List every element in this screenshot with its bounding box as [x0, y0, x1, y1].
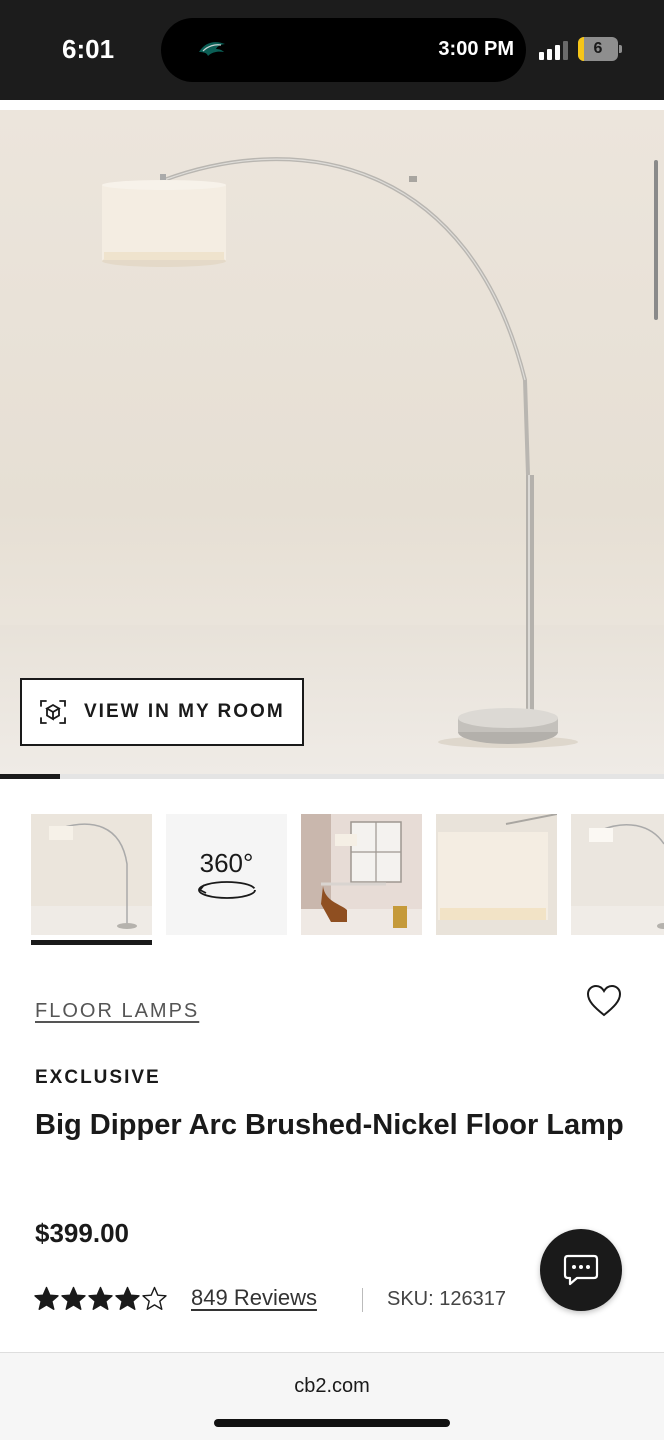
chat-bubble-icon [563, 1254, 599, 1286]
status-bar: 6:01 3:00 PM 6 [0, 0, 664, 100]
gallery-thumbnail-lamp-front[interactable] [31, 814, 152, 935]
browser-address-bar[interactable]: cb2.com [0, 1352, 664, 1440]
lamp-angle-image [571, 814, 664, 935]
360-label: 360° [199, 848, 254, 878]
rating-stars[interactable] [33, 1286, 168, 1312]
reviews-link[interactable]: 849 Reviews [191, 1285, 317, 1311]
gallery-progress-bar [0, 774, 664, 779]
url-text[interactable]: cb2.com [0, 1375, 664, 1398]
cellular-signal-icon [539, 40, 571, 60]
gallery-thumbnail-lamp-angle[interactable] [571, 814, 664, 935]
lamp-front-image [31, 814, 152, 935]
star-outline-icon [142, 1286, 167, 1310]
star-filled-icon [61, 1286, 86, 1310]
product-sku: SKU: 126317 [387, 1288, 506, 1310]
star-filled-icon [115, 1286, 140, 1310]
category-link-floor-lamps[interactable]: FLOOR LAMPS [35, 1000, 199, 1023]
view-in-my-room-label: VIEW IN MY ROOM [84, 701, 285, 722]
favorite-heart-icon[interactable] [586, 984, 622, 1018]
gallery-progress-fill [0, 774, 60, 779]
star-filled-icon [88, 1286, 113, 1310]
lamp-in-room-image [301, 814, 422, 935]
battery-level: 6 [593, 40, 603, 57]
dynamic-island: 3:00 PM [161, 18, 526, 82]
chat-button[interactable] [540, 1229, 622, 1311]
island-time: 3:00 PM [438, 38, 514, 60]
status-time: 6:01 [62, 34, 115, 64]
view-in-my-room-button[interactable]: VIEW IN MY ROOM [20, 678, 304, 746]
arc-floor-lamp-illustration [102, 157, 578, 748]
shade-closeup-image [436, 814, 557, 935]
gallery-thumbnail-lamp-in-room[interactable] [301, 814, 422, 935]
rotate-360-icon [197, 881, 256, 899]
star-filled-icon [34, 1286, 59, 1310]
augmented-reality-icon [40, 700, 66, 724]
product-price: $399.00 [35, 1218, 129, 1248]
page-scroll-indicator [654, 160, 658, 320]
rating-sku-divider [362, 1288, 363, 1312]
product-title: Big Dipper Arc Brushed-Nickel Floor Lamp [35, 1109, 624, 1141]
gallery-thumbnail-shade-closeup[interactable] [436, 814, 557, 935]
exclusive-badge: EXCLUSIVE [35, 1067, 161, 1088]
gallery-thumbnail-360-view[interactable]: 360° [166, 814, 287, 935]
battery-icon: 6 [578, 37, 622, 61]
home-indicator[interactable] [214, 1419, 450, 1427]
product-hero-image[interactable]: VIEW IN MY ROOM [0, 110, 664, 774]
eagle-logo-icon [199, 42, 225, 56]
active-thumbnail-indicator [31, 940, 152, 945]
